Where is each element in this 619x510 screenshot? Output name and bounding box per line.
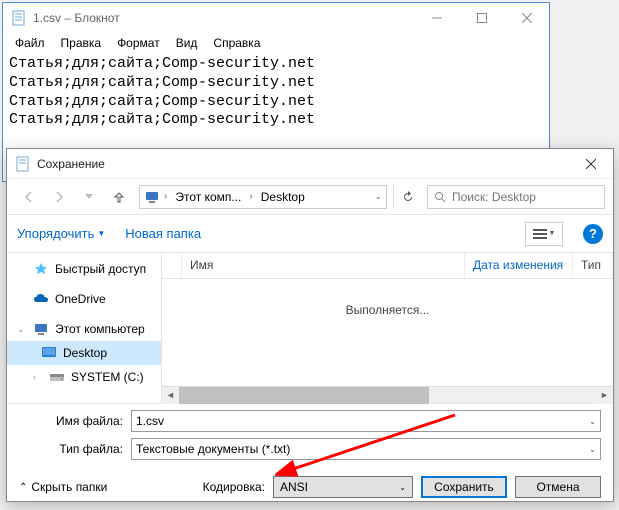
- notepad-app-icon: [11, 10, 27, 26]
- sidebar-item-quick-access[interactable]: Быстрый доступ: [7, 257, 161, 281]
- sidebar-item-label: Desktop: [63, 346, 107, 360]
- menu-help[interactable]: Справка: [205, 34, 268, 52]
- bottom-bar: ⌃ Скрыть папки Кодировка: ANSI ⌄ Сохрани…: [7, 468, 613, 510]
- chevron-down-icon[interactable]: ⌄: [589, 417, 596, 426]
- cancel-button[interactable]: Отмена: [515, 476, 601, 498]
- chevron-down-icon[interactable]: ⌄: [589, 445, 596, 454]
- save-dialog: Сохранение › Этот комп... › Desktop ⌄ Уп…: [6, 148, 614, 502]
- toolbar: Упорядочить ▼ Новая папка ▼ ?: [7, 215, 613, 253]
- dialog-close-button[interactable]: [568, 149, 613, 179]
- filetype-value: Текстовые документы (*.txt): [136, 442, 290, 456]
- loading-text: Выполняется...: [162, 279, 613, 341]
- sidebar: Быстрый доступ OneDrive ⌄ Этот компьютер…: [7, 253, 162, 403]
- organize-label: Упорядочить: [17, 226, 94, 241]
- refresh-button[interactable]: [393, 185, 421, 209]
- nav-bar: › Этот комп... › Desktop ⌄: [7, 179, 613, 215]
- menu-view[interactable]: Вид: [168, 34, 206, 52]
- view-options-button[interactable]: ▼: [525, 222, 563, 246]
- chevron-down-icon: ▼: [549, 230, 556, 237]
- encoding-label: Кодировка:: [203, 480, 265, 494]
- form-area: Имя файла: 1.csv ⌄ Тип файла: Текстовые …: [7, 403, 613, 468]
- sidebar-item-desktop[interactable]: Desktop: [7, 341, 161, 365]
- horizontal-scrollbar[interactable]: ◄ ►: [162, 386, 613, 403]
- pc-icon: [144, 189, 160, 205]
- search-input[interactable]: [452, 190, 598, 204]
- sidebar-item-label: Быстрый доступ: [55, 262, 146, 276]
- nav-recent-button[interactable]: [75, 185, 103, 209]
- search-icon: [434, 191, 446, 203]
- notepad-title: 1.csv – Блокнот: [33, 11, 414, 25]
- chevron-down-icon: ⌄: [399, 483, 406, 492]
- main-area: Быстрый доступ OneDrive ⌄ Этот компьютер…: [7, 253, 613, 403]
- filetype-select[interactable]: Текстовые документы (*.txt) ⌄: [131, 438, 601, 460]
- sidebar-item-this-pc[interactable]: ⌄ Этот компьютер: [7, 317, 161, 341]
- drive-icon: [49, 369, 65, 385]
- nav-forward-button[interactable]: [45, 185, 73, 209]
- breadcrumb-pc[interactable]: Этот комп...: [171, 190, 245, 204]
- sidebar-item-label: OneDrive: [55, 292, 106, 306]
- menu-edit[interactable]: Правка: [53, 34, 110, 52]
- chevron-down-icon: ⌄: [17, 324, 27, 335]
- pc-icon: [33, 321, 49, 337]
- notepad-titlebar: 1.csv – Блокнот: [3, 3, 549, 33]
- close-button[interactable]: [504, 3, 549, 33]
- help-button[interactable]: ?: [583, 224, 603, 244]
- breadcrumb-sep-icon[interactable]: ›: [249, 191, 252, 202]
- sidebar-item-system-drive[interactable]: › SYSTEM (C:): [7, 365, 161, 389]
- notepad-menubar: Файл Правка Формат Вид Справка: [3, 33, 549, 53]
- nav-up-button[interactable]: [105, 185, 133, 209]
- notepad-content[interactable]: Статья;для;сайта;Comp-security.net Стать…: [3, 53, 549, 132]
- chevron-down-icon[interactable]: ⌄: [374, 191, 382, 202]
- column-checkbox[interactable]: [162, 253, 182, 278]
- chevron-right-icon: ›: [33, 372, 43, 382]
- star-icon: [33, 261, 49, 277]
- dialog-title: Сохранение: [37, 157, 568, 171]
- scroll-left-icon[interactable]: ◄: [162, 387, 179, 404]
- sidebar-item-onedrive[interactable]: OneDrive: [7, 287, 161, 311]
- organize-menu[interactable]: Упорядочить ▼: [17, 226, 105, 241]
- breadcrumb-sep-icon[interactable]: ›: [164, 191, 167, 202]
- save-button[interactable]: Сохранить: [421, 476, 507, 498]
- menu-format[interactable]: Формат: [109, 34, 168, 52]
- new-folder-button[interactable]: Новая папка: [125, 226, 201, 241]
- dialog-titlebar: Сохранение: [7, 149, 613, 179]
- encoding-select[interactable]: ANSI ⌄: [273, 476, 413, 498]
- filename-value: 1.csv: [136, 414, 164, 428]
- desktop-icon: [41, 345, 57, 361]
- chevron-up-icon: ⌃: [19, 482, 27, 493]
- breadcrumb-folder[interactable]: Desktop: [257, 190, 309, 204]
- view-icon: [533, 228, 547, 240]
- filetype-label: Тип файла:: [19, 442, 131, 456]
- search-box[interactable]: [427, 185, 605, 209]
- file-list-header: Имя Дата изменения Тип: [162, 253, 613, 279]
- file-pane: Имя Дата изменения Тип Выполняется... ◄ …: [162, 253, 613, 403]
- sidebar-item-label: Этот компьютер: [55, 322, 145, 336]
- encoding-value: ANSI: [280, 480, 308, 494]
- filename-label: Имя файла:: [19, 414, 131, 428]
- scroll-right-icon[interactable]: ►: [596, 387, 613, 404]
- hide-folders-button[interactable]: ⌃ Скрыть папки: [19, 480, 107, 494]
- hide-folders-label: Скрыть папки: [31, 480, 107, 494]
- dialog-app-icon: [15, 156, 31, 172]
- chevron-down-icon: ▼: [97, 229, 105, 238]
- column-type[interactable]: Тип: [573, 253, 613, 278]
- cloud-icon: [33, 291, 49, 307]
- filename-input[interactable]: 1.csv ⌄: [131, 410, 601, 432]
- column-date[interactable]: Дата изменения: [465, 253, 573, 278]
- menu-file[interactable]: Файл: [7, 34, 53, 52]
- column-name[interactable]: Имя: [182, 253, 465, 278]
- sidebar-item-label: SYSTEM (C:): [71, 370, 144, 384]
- maximize-button[interactable]: [459, 3, 504, 33]
- scrollbar-thumb[interactable]: [179, 387, 429, 404]
- nav-back-button[interactable]: [15, 185, 43, 209]
- address-bar[interactable]: › Этот комп... › Desktop ⌄: [139, 185, 387, 209]
- minimize-button[interactable]: [414, 3, 459, 33]
